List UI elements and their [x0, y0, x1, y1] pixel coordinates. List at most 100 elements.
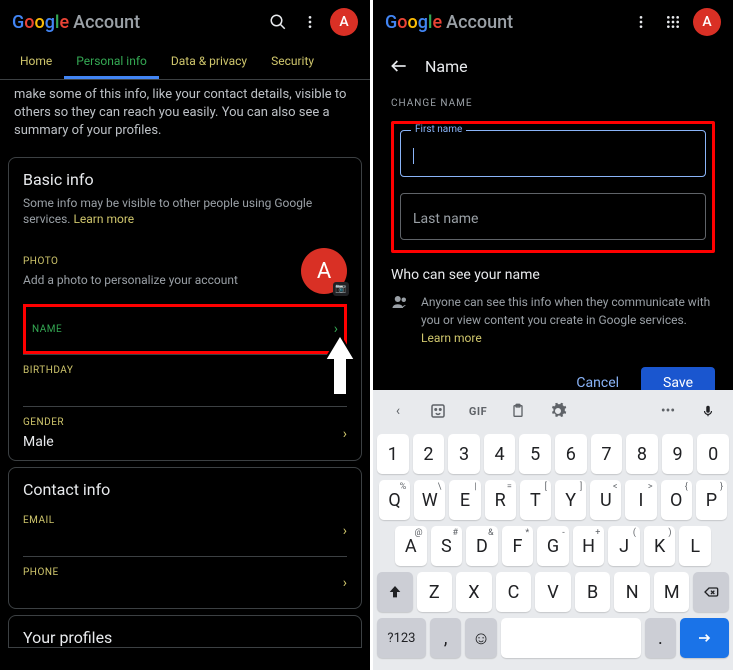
contact-title: Contact info [23, 480, 347, 499]
key-C[interactable]: C [496, 572, 532, 612]
key-L[interactable]: L [679, 526, 711, 566]
text-cursor [413, 148, 414, 164]
camera-icon: 📷 [333, 282, 349, 296]
people-icon [391, 293, 409, 347]
key-S[interactable]: S# [431, 526, 463, 566]
avatar[interactable]: A [693, 8, 721, 36]
gear-icon[interactable] [541, 396, 575, 426]
intro-text: make some of this info, like your contac… [0, 80, 370, 151]
first-name-field[interactable]: First name [400, 130, 706, 177]
gender-label: GENDER [23, 417, 343, 428]
key-M[interactable]: M [654, 572, 690, 612]
photo-label: PHOTO [23, 256, 301, 267]
basic-info-title: Basic info [23, 170, 347, 189]
key-J[interactable]: J( [608, 526, 640, 566]
gender-row[interactable]: GENDER Male › [23, 406, 347, 460]
photo-row[interactable]: PHOTO Add a photo to personalize your ac… [23, 238, 347, 304]
profile-photo[interactable]: A 📷 [301, 248, 347, 294]
key-P[interactable]: P} [696, 480, 727, 520]
chevron-right-icon: › [343, 575, 347, 591]
contact-info-card: Contact info EMAIL › PHONE › [8, 467, 362, 609]
tab-personal-info[interactable]: Personal info [64, 44, 159, 79]
sub-header: Name [373, 44, 733, 88]
gif-button[interactable]: GIF [461, 396, 495, 426]
basic-info-desc: Some info may be visible to other people… [23, 195, 347, 229]
key-B[interactable]: B [575, 572, 611, 612]
key-6[interactable]: 6 [555, 434, 587, 474]
tab-home[interactable]: Home [8, 44, 64, 79]
key-Q[interactable]: Q% [379, 480, 410, 520]
key-2[interactable]: 2 [413, 434, 445, 474]
key-K[interactable]: K) [644, 526, 676, 566]
first-name-label: First name [411, 124, 466, 135]
apps-icon[interactable] [661, 10, 685, 34]
key-G[interactable]: G- [537, 526, 569, 566]
key-Y[interactable]: Y] [555, 480, 586, 520]
mic-icon[interactable] [691, 396, 725, 426]
clipboard-icon[interactable] [501, 396, 535, 426]
name-label: NAME [32, 324, 334, 335]
google-logo: GoogleAccount [385, 12, 513, 33]
key-Z[interactable]: Z [417, 572, 453, 612]
edit-name-screen: GoogleAccount A Name CHANGE NAME First n… [373, 0, 733, 670]
key-D[interactable]: D& [466, 526, 498, 566]
name-row[interactable]: NAME › [23, 304, 347, 354]
avatar[interactable]: A [330, 8, 358, 36]
birthday-label: BIRTHDAY [23, 365, 343, 376]
key-7[interactable]: 7 [591, 434, 623, 474]
period-key[interactable]: . [645, 618, 676, 658]
sticker-icon[interactable] [421, 396, 455, 426]
key-T[interactable]: T[ [520, 480, 551, 520]
symbols-key[interactable]: ?123 [377, 618, 426, 658]
more-icon[interactable] [629, 10, 653, 34]
personal-info-screen: GoogleAccount A Home Personal info Data … [0, 0, 370, 670]
key-U[interactable]: U< [590, 480, 621, 520]
key-W[interactable]: W\ [414, 480, 445, 520]
shift-key[interactable] [377, 572, 413, 612]
key-X[interactable]: X [456, 572, 492, 612]
birthday-row[interactable]: BIRTHDAY › [23, 354, 347, 406]
key-9[interactable]: 9 [662, 434, 694, 474]
enter-key[interactable] [680, 618, 729, 658]
key-I[interactable]: I> [625, 480, 656, 520]
more-icon[interactable] [298, 10, 322, 34]
header: GoogleAccount A [0, 0, 370, 44]
google-logo: GoogleAccount [12, 12, 140, 33]
emoji-key[interactable]: ☺ [465, 618, 496, 658]
photo-desc: Add a photo to personalize your account [23, 273, 301, 287]
fields-highlight: First name Last name [391, 121, 715, 253]
key-H[interactable]: H+ [573, 526, 605, 566]
tab-security[interactable]: Security [259, 44, 326, 79]
search-icon[interactable] [266, 10, 290, 34]
key-8[interactable]: 8 [626, 434, 658, 474]
email-row[interactable]: EMAIL › [23, 505, 347, 556]
phone-label: PHONE [23, 567, 343, 578]
tab-data-privacy[interactable]: Data & privacy [159, 44, 259, 79]
key-1[interactable]: 1 [377, 434, 409, 474]
key-0[interactable]: 0 [697, 434, 729, 474]
key-O[interactable]: O{ [661, 480, 692, 520]
keyboard: ‹ GIF ••• 1234567890 Q%W\E|R=T[Y]U<I>O{P… [373, 390, 733, 670]
key-4[interactable]: 4 [484, 434, 516, 474]
phone-row[interactable]: PHONE › [23, 556, 347, 608]
back-icon[interactable] [387, 54, 411, 78]
learn-more-link[interactable]: Learn more [73, 212, 134, 226]
chevron-right-icon: › [334, 321, 338, 337]
space-key[interactable] [501, 618, 641, 658]
back-chevron-icon[interactable]: ‹ [381, 396, 415, 426]
key-V[interactable]: V [535, 572, 571, 612]
key-5[interactable]: 5 [519, 434, 551, 474]
last-name-field[interactable]: Last name [400, 193, 706, 240]
learn-more-link[interactable]: Learn more [421, 331, 482, 345]
comma-key[interactable]: , [430, 618, 461, 658]
more-dots-icon[interactable]: ••• [651, 396, 685, 426]
key-R[interactable]: R= [485, 480, 516, 520]
backspace-key[interactable] [693, 572, 729, 612]
who-desc: Anyone can see this info when they commu… [421, 293, 715, 347]
key-E[interactable]: E| [449, 480, 480, 520]
key-3[interactable]: 3 [448, 434, 480, 474]
key-A[interactable]: A@ [395, 526, 427, 566]
key-N[interactable]: N [614, 572, 650, 612]
header: GoogleAccount A [373, 0, 733, 44]
key-F[interactable]: F* [502, 526, 534, 566]
